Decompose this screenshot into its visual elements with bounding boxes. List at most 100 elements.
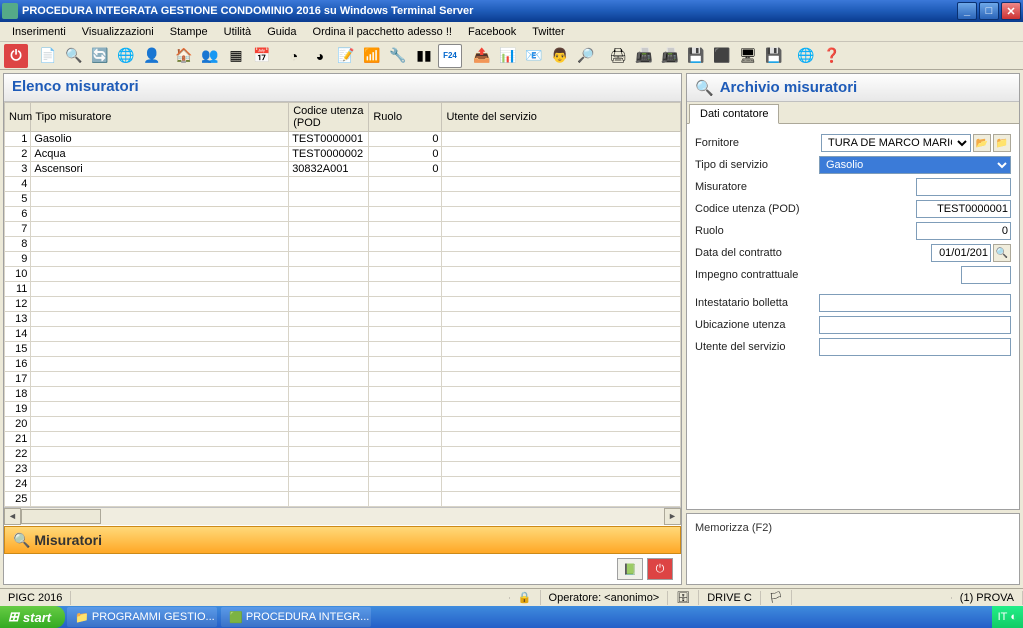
taskbar-item-1[interactable]: 📁 PROGRAMMI GESTIO... [67, 607, 217, 627]
col-cod[interactable]: Codice utenza (POD [289, 103, 369, 132]
table-row[interactable]: 2AcquaTEST00000020 [5, 147, 681, 162]
table-row[interactable]: 17 [5, 372, 681, 387]
horizontal-scrollbar[interactable]: ◄ ► [4, 507, 681, 524]
ubicazione-input[interactable] [819, 316, 1011, 334]
minimize-button[interactable]: _ [957, 2, 977, 20]
impegno-input[interactable] [961, 266, 1011, 284]
save-icon[interactable]: 💾 [762, 44, 786, 68]
grid-icon[interactable]: ▦ [224, 44, 248, 68]
menu-twitter[interactable]: Twitter [524, 24, 572, 40]
scroll-left-button[interactable]: ◄ [4, 508, 21, 525]
calendar-icon[interactable]: 📅 [250, 44, 274, 68]
piechart2-icon[interactable]: ◕ [308, 44, 332, 68]
table-row[interactable]: 15 [5, 342, 681, 357]
printer-icon[interactable]: 🖨 [606, 44, 630, 68]
table-row[interactable]: 6 [5, 207, 681, 222]
right-panel-title: Archivio misuratori [720, 79, 858, 96]
table-row[interactable]: 12 [5, 297, 681, 312]
power-icon[interactable]: ⏻ [4, 44, 28, 68]
menu-inserimenti[interactable]: Inserimenti [4, 24, 74, 40]
tipo-servizio-select[interactable]: Gasolio [819, 156, 1011, 174]
start-button[interactable]: ⊞ start [0, 606, 65, 628]
table-row[interactable]: 16 [5, 357, 681, 372]
col-utente[interactable]: Utente del servizio [442, 103, 681, 132]
menu-ordina[interactable]: Ordina il pacchetto adesso !! [305, 24, 460, 40]
table-row[interactable]: 8 [5, 237, 681, 252]
table-row[interactable]: 23 [5, 462, 681, 477]
close-panel-button[interactable]: ⏻ [647, 558, 673, 580]
table-row[interactable]: 19 [5, 402, 681, 417]
tab-dati-contatore[interactable]: Dati contatore [689, 104, 779, 124]
fornitore-select[interactable]: TURA DE MARCO MARIO [821, 134, 971, 152]
doc-search-icon[interactable]: 🔎 [574, 44, 598, 68]
people-icon[interactable]: 👥 [198, 44, 222, 68]
table-row[interactable]: 13 [5, 312, 681, 327]
black-icon[interactable]: ⬛ [710, 44, 734, 68]
f24-icon[interactable]: F24 [438, 44, 462, 68]
folder-new-icon[interactable]: 📁 [993, 134, 1011, 152]
table-row[interactable]: 5 [5, 192, 681, 207]
table-row[interactable]: 20 [5, 417, 681, 432]
send-icon[interactable]: 📤 [470, 44, 494, 68]
piechart-icon[interactable]: ◔ [282, 44, 306, 68]
data-contratto-input[interactable] [931, 244, 991, 262]
table-row[interactable]: 4 [5, 177, 681, 192]
table-row[interactable]: 3Ascensori30832A0010 [5, 162, 681, 177]
intestatario-input[interactable] [819, 294, 1011, 312]
table-row[interactable]: 9 [5, 252, 681, 267]
user-icon[interactable]: 👤 [140, 44, 164, 68]
web-icon[interactable]: 🌐 [794, 44, 818, 68]
menu-stampe[interactable]: Stampe [162, 24, 216, 40]
col-tipo[interactable]: Tipo misuratore [31, 103, 289, 132]
menu-facebook[interactable]: Facebook [460, 24, 524, 40]
tray-icon[interactable]: ◐ [1010, 611, 1017, 623]
table-row[interactable]: 11 [5, 282, 681, 297]
table-row[interactable]: 10 [5, 267, 681, 282]
table-row[interactable]: 14 [5, 327, 681, 342]
menu-utilita[interactable]: Utilità [216, 24, 260, 40]
col-num[interactable]: Num [5, 103, 31, 132]
col-ruolo[interactable]: Ruolo [369, 103, 442, 132]
ruolo-input[interactable] [916, 222, 1011, 240]
scan2-icon[interactable]: 📠 [658, 44, 682, 68]
table-row[interactable]: 1GasolioTEST00000010 [5, 132, 681, 147]
utente-servizio-input[interactable] [819, 338, 1011, 356]
scan1-icon[interactable]: 📠 [632, 44, 656, 68]
home-icon[interactable]: 🏠 [172, 44, 196, 68]
note-icon[interactable]: 📝 [334, 44, 358, 68]
document-icon[interactable]: 📄 [36, 44, 60, 68]
wrench-icon[interactable]: 🔧 [386, 44, 410, 68]
system-tray[interactable]: IT ◐ [992, 606, 1023, 628]
pod-input[interactable] [916, 200, 1011, 218]
language-indicator[interactable]: IT [998, 611, 1008, 623]
person-icon[interactable]: 👨 [548, 44, 572, 68]
table-row[interactable]: 18 [5, 387, 681, 402]
stairs-icon[interactable]: 📶 [360, 44, 384, 68]
help-icon[interactable]: ❓ [820, 44, 844, 68]
maximize-button[interactable]: □ [979, 2, 999, 20]
globe-person-icon[interactable]: 🌐 [114, 44, 138, 68]
scroll-right-button[interactable]: ► [664, 508, 681, 525]
scroll-thumb[interactable] [21, 509, 101, 524]
table-row[interactable]: 21 [5, 432, 681, 447]
table-row[interactable]: 22 [5, 447, 681, 462]
search-icon[interactable]: 🔍 [62, 44, 86, 68]
date-picker-icon[interactable]: 🔍 [993, 244, 1011, 262]
mail-icon[interactable]: 📧 [522, 44, 546, 68]
chart-icon[interactable]: 📊 [496, 44, 520, 68]
close-button[interactable]: ✕ [1001, 2, 1021, 20]
refresh-icon[interactable]: 🔄 [88, 44, 112, 68]
table-row[interactable]: 24 [5, 477, 681, 492]
misuratore-input[interactable] [916, 178, 1011, 196]
monitor-icon[interactable]: 🖥 [736, 44, 760, 68]
table-row[interactable]: 7 [5, 222, 681, 237]
excel-export-button[interactable]: 📗 [617, 558, 643, 580]
disk-icon[interactable]: 💾 [684, 44, 708, 68]
grid-container[interactable]: Num Tipo misuratore Codice utenza (POD R… [4, 102, 681, 507]
barcode-icon[interactable]: ▮▮ [412, 44, 436, 68]
table-row[interactable]: 25 [5, 492, 681, 507]
taskbar-item-2[interactable]: 🟩 PROCEDURA INTEGR... [221, 607, 371, 627]
menu-guida[interactable]: Guida [259, 24, 304, 40]
folder-open-icon[interactable]: 📂 [973, 134, 991, 152]
menu-visualizzazioni[interactable]: Visualizzazioni [74, 24, 162, 40]
